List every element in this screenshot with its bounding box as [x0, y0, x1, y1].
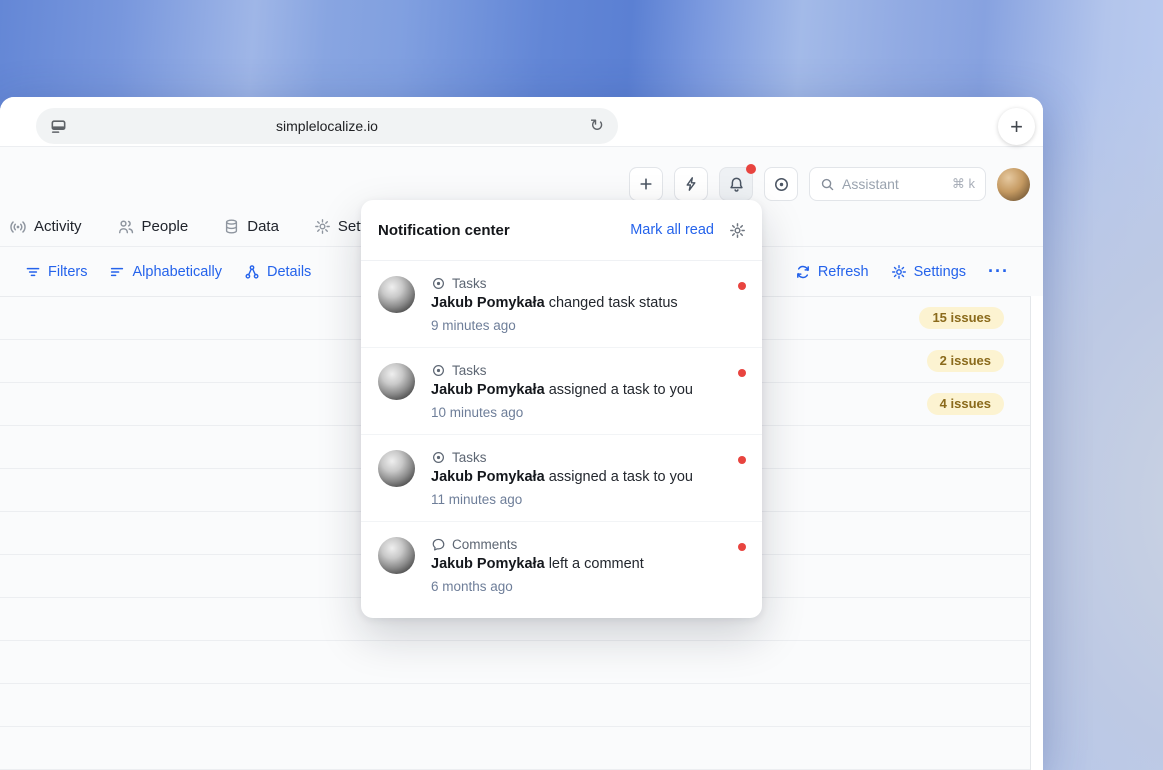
mark-all-read-button[interactable]: Mark all read: [630, 222, 714, 238]
table-row[interactable]: [0, 684, 1030, 727]
focus-button[interactable]: [764, 167, 798, 201]
issues-badge: 2 issues: [927, 350, 1004, 372]
notification-category: Tasks: [452, 276, 487, 291]
notification-time: 9 minutes ago: [431, 318, 722, 333]
comment-bubble-icon: [431, 537, 446, 552]
sort-lines-icon: [109, 264, 125, 280]
avatar: [378, 276, 415, 313]
new-tab-button[interactable]: +: [998, 108, 1035, 145]
database-icon: [223, 218, 240, 235]
avatar: [378, 450, 415, 487]
unread-dot: [738, 369, 746, 377]
popup-title: Notification center: [378, 222, 510, 239]
notification-category: Tasks: [452, 450, 487, 465]
filter-lines-icon: [25, 264, 41, 280]
notification-message: Jakub Pomykała changed task status: [431, 295, 722, 311]
nav-label: Activity: [34, 218, 82, 235]
search-icon: [820, 177, 835, 192]
notifications-button[interactable]: [719, 167, 753, 201]
refresh-button[interactable]: Refresh: [795, 264, 869, 280]
avatar: [378, 537, 415, 574]
gear-icon: [314, 218, 331, 235]
refresh-icon: [795, 264, 811, 280]
notification-category: Tasks: [452, 363, 487, 378]
notification-item[interactable]: Tasks Jakub Pomykała assigned a task to …: [361, 435, 762, 522]
notification-item[interactable]: Comments Jakub Pomykała left a comment 6…: [361, 522, 762, 618]
unread-dot: [738, 543, 746, 551]
add-button[interactable]: [629, 167, 663, 201]
broadcast-icon: [9, 218, 27, 236]
url-text[interactable]: simplelocalize.io: [36, 118, 618, 134]
nav-label: Data: [247, 218, 279, 235]
view-settings-button[interactable]: Settings: [891, 264, 966, 280]
quick-actions-button[interactable]: [674, 167, 708, 201]
notification-message: Jakub Pomykała assigned a task to you: [431, 382, 722, 398]
address-bar[interactable]: simplelocalize.io ↻: [36, 108, 618, 144]
details-label: Details: [267, 264, 311, 280]
notification-time: 11 minutes ago: [431, 492, 722, 507]
tasks-record-icon: [431, 450, 446, 465]
issues-badge: 15 issues: [919, 307, 1004, 329]
plus-icon: [638, 176, 654, 192]
tasks-record-icon: [431, 363, 446, 378]
nav-item-activity[interactable]: Activity: [9, 218, 82, 236]
tasks-record-icon: [431, 276, 446, 291]
notification-item[interactable]: Tasks Jakub Pomykała changed task status…: [361, 261, 762, 348]
scrollbar-gutter: [1031, 296, 1043, 770]
refresh-label: Refresh: [818, 264, 869, 280]
more-options-button[interactable]: ···: [988, 266, 1009, 277]
nav-item-data[interactable]: Data: [223, 218, 279, 235]
notification-message: Jakub Pomykała assigned a task to you: [431, 469, 722, 485]
user-avatar[interactable]: [997, 168, 1030, 201]
view-settings-label: Settings: [914, 264, 966, 280]
browser-chrome: simplelocalize.io ↻ +: [0, 97, 1043, 147]
notification-category: Comments: [452, 537, 517, 552]
filters-label: Filters: [48, 264, 87, 280]
notification-time: 10 minutes ago: [431, 405, 722, 420]
keyboard-shortcut: ⌘ k: [952, 176, 975, 192]
issues-badge: 4 issues: [927, 393, 1004, 415]
filters-button[interactable]: Filters: [25, 264, 87, 280]
sort-button[interactable]: Alphabetically: [109, 264, 221, 280]
nav-label: People: [142, 218, 189, 235]
assistant-input[interactable]: [842, 176, 945, 192]
people-icon: [117, 218, 135, 236]
app-header: ⌘ k: [0, 147, 1043, 207]
notification-message: Jakub Pomykała left a comment: [431, 556, 722, 572]
avatar: [378, 363, 415, 400]
notification-settings-button[interactable]: [729, 222, 746, 239]
notification-item[interactable]: Tasks Jakub Pomykała assigned a task to …: [361, 348, 762, 435]
gear-icon: [891, 264, 907, 280]
bell-icon: [728, 176, 745, 193]
table-row[interactable]: [0, 727, 1030, 770]
nav-item-people[interactable]: People: [117, 218, 189, 236]
lightning-icon: [683, 176, 699, 192]
assistant-search[interactable]: ⌘ k: [809, 167, 986, 201]
unread-dot: [738, 282, 746, 290]
notification-center-header: Notification center Mark all read: [361, 200, 762, 261]
unread-dot: [738, 456, 746, 464]
table-row[interactable]: [0, 641, 1030, 684]
sort-label: Alphabetically: [132, 264, 221, 280]
notification-badge-dot: [746, 164, 756, 174]
notification-time: 6 months ago: [431, 579, 722, 594]
gear-icon: [729, 222, 746, 239]
hierarchy-icon: [244, 264, 260, 280]
details-button[interactable]: Details: [244, 264, 311, 280]
target-icon: [773, 176, 790, 193]
notification-center-popup: Notification center Mark all read Tasks: [361, 200, 762, 618]
